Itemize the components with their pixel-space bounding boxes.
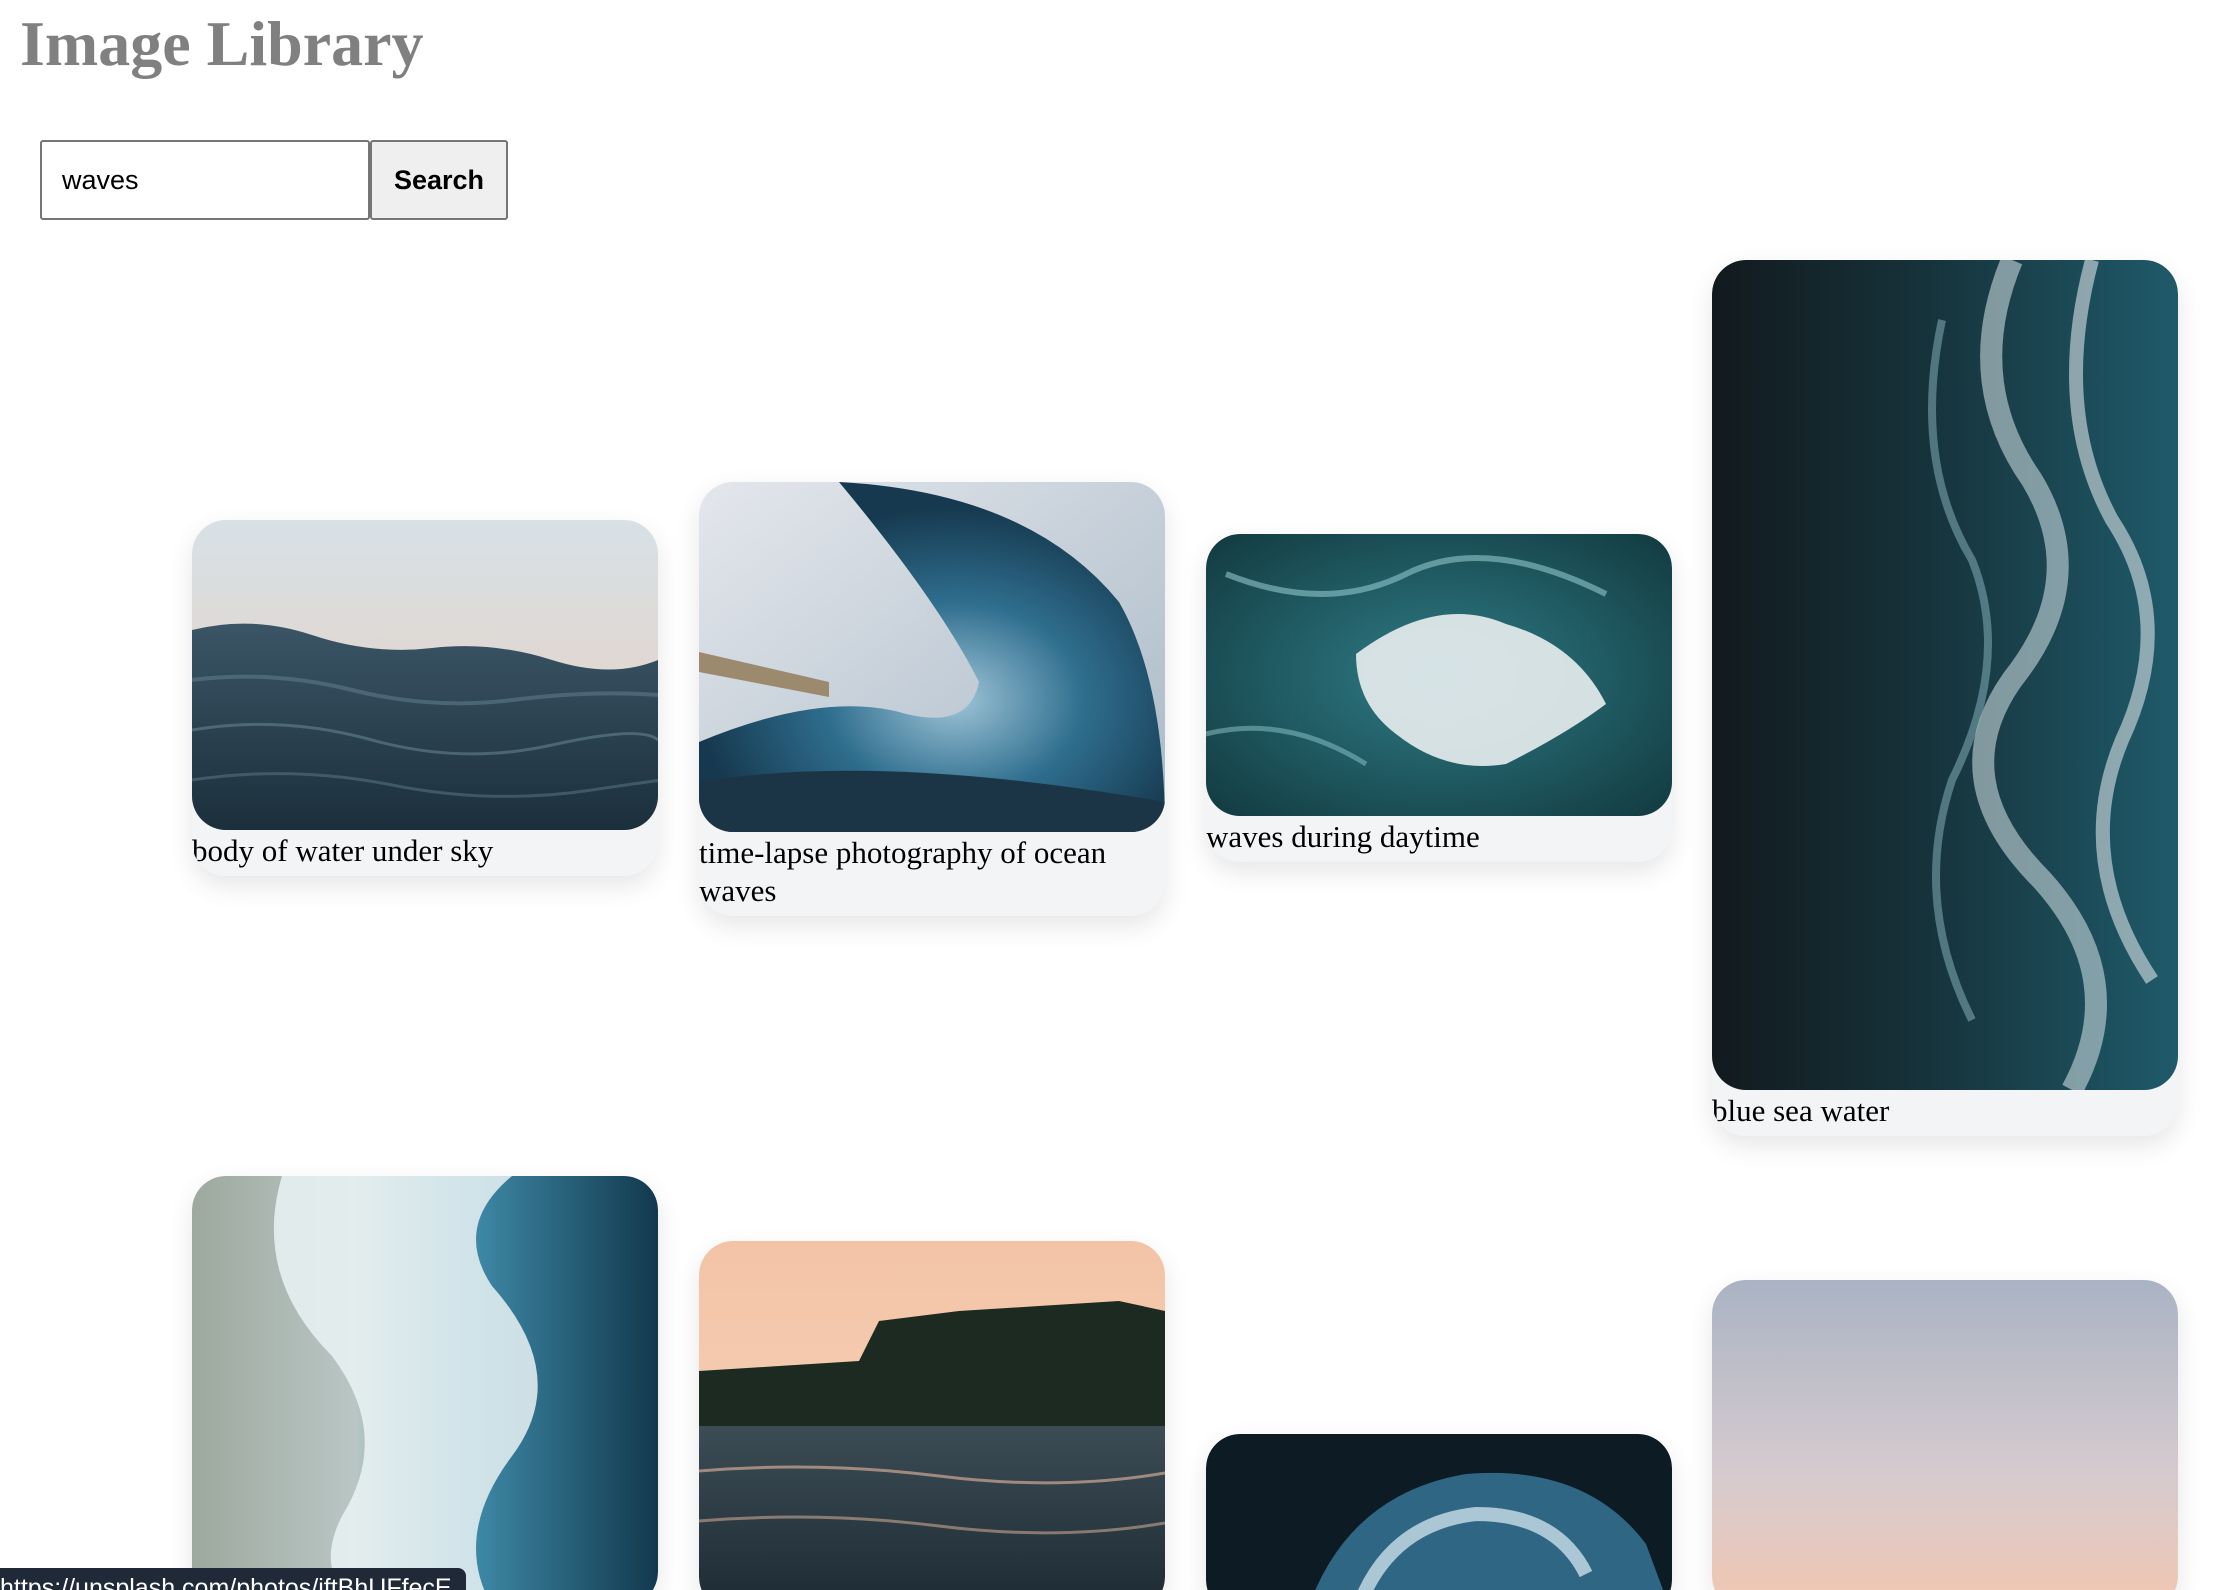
card-image[interactable] [699,1241,1165,1590]
card-image[interactable] [192,520,658,830]
page-title: Image Library [20,8,424,79]
search-form: Search [40,140,508,220]
search-button[interactable]: Search [370,140,508,220]
card-caption: time-lapse photography of ocean waves [699,835,1107,908]
card-image[interactable] [1206,1434,1672,1590]
link-preview-status: https://unsplash.com/photos/iftBhUFfecE [0,1568,466,1590]
image-card[interactable] [192,1176,658,1590]
card-image[interactable] [1712,1280,2178,1590]
image-card[interactable]: time-lapse photography of ocean waves [699,482,1165,916]
image-card[interactable] [699,1241,1165,1590]
card-caption: waves during daytime [1206,819,1480,854]
card-image[interactable] [699,482,1165,832]
image-card[interactable] [1206,1434,1672,1590]
card-caption: body of water under sky [192,833,494,868]
image-card[interactable]: waves during daytime [1206,534,1672,862]
image-card[interactable]: blue sea water [1712,260,2178,1136]
search-input[interactable] [40,140,370,220]
card-image[interactable] [1712,260,2178,1090]
card-caption: blue sea water [1712,1093,1890,1128]
image-card[interactable]: body of water under sky [192,520,658,876]
card-image[interactable] [1206,534,1672,816]
image-card[interactable] [1712,1280,2178,1590]
card-image[interactable] [192,1176,658,1590]
